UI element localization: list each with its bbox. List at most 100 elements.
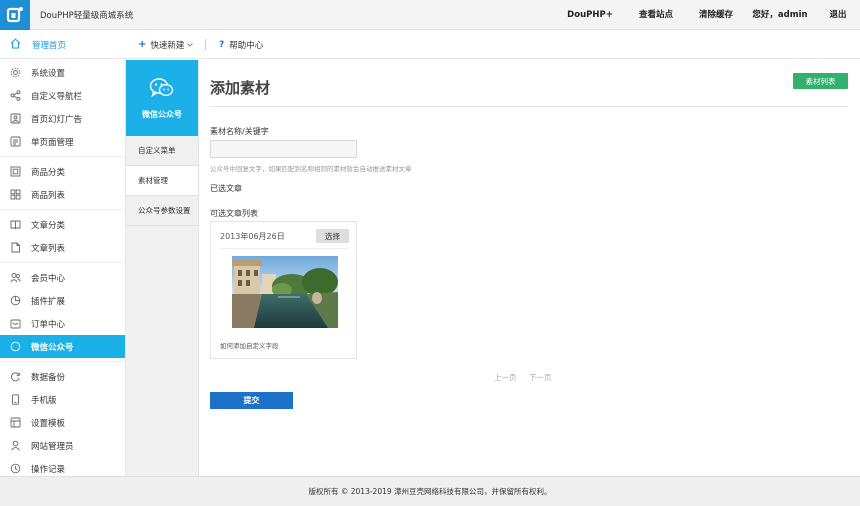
order-icon	[10, 318, 21, 329]
refresh-icon	[10, 371, 21, 382]
main-content: 添加素材 素材列表 素材名称/关键字 公众号中回复文字，如果匹配到名称相同的素材…	[199, 60, 860, 476]
topnav-view-site[interactable]: 查看站点	[624, 0, 688, 30]
image-icon	[10, 113, 21, 124]
sidebar-item-member-center[interactable]: 会员中心	[0, 266, 125, 289]
sidebar-item-label: 系统设置	[31, 68, 66, 79]
wechat-chat-icon	[149, 77, 175, 101]
name-keyword-tip: 公众号中回复文字，如果匹配到名称相同的素材就会自动推送素材文章	[210, 165, 412, 173]
selected-articles-label: 已选文章	[210, 184, 242, 193]
topnav-user-greeting[interactable]: 您好，admin	[744, 0, 816, 30]
sidebar-item-label: 网站管理员	[31, 441, 74, 452]
sub-bar: 管理首页 + 快速新建 ? 帮助中心	[0, 30, 860, 59]
name-keyword-label: 素材名称/关键字	[210, 127, 269, 136]
wechat-subnav: 微信公众号 自定义菜单 素材管理 公众号参数设置	[126, 60, 199, 476]
subnav-item-account-settings[interactable]: 公众号参数设置	[126, 196, 198, 226]
mobile-icon	[10, 394, 21, 405]
sidebar-divider	[0, 262, 125, 263]
sidebar-item-plugins[interactable]: 插件扩展	[0, 289, 125, 312]
sidebar-item-label: 会员中心	[31, 273, 66, 284]
article-thumbnail	[232, 256, 338, 328]
sidebar-item-backup[interactable]: 数据备份	[0, 365, 125, 388]
page-title: 添加素材	[210, 79, 271, 97]
sidebar-item-label: 手机版	[31, 395, 57, 406]
sidebar-item-label: 首页幻灯广告	[31, 114, 83, 125]
article-title: 如何添加自定义字段	[220, 342, 279, 350]
sidebar-divider	[0, 361, 125, 362]
top-bar: DouPHP轻量级商城系统 DouPHP+ 查看站点 清除缓存 您好，admin…	[0, 0, 860, 30]
book-icon	[10, 219, 21, 230]
sidebar-item-label: 文章列表	[31, 243, 66, 254]
material-list-button[interactable]: 素材列表	[793, 73, 848, 89]
sidebar-item-single-pages[interactable]: 单页面管理	[0, 130, 125, 153]
subnav-item-custom-menu[interactable]: 自定义菜单	[126, 136, 198, 166]
page-icon	[10, 136, 21, 147]
next-page-link[interactable]: 下一页	[529, 372, 552, 383]
sidebar-item-admins[interactable]: 网站管理员	[0, 434, 125, 457]
clock-icon	[10, 463, 21, 474]
grid-icon	[10, 189, 21, 200]
subnav-item-material-management[interactable]: 素材管理	[126, 166, 198, 196]
sidebar-item-article-list[interactable]: 文章列表	[0, 236, 125, 259]
sidebar-item-product-list[interactable]: 商品列表	[0, 183, 125, 206]
file-icon	[10, 242, 21, 253]
sidebar-item-wechat[interactable]: 微信公众号	[0, 335, 125, 358]
sidebar-item-label: 单页面管理	[31, 137, 74, 148]
sidebar-divider	[0, 209, 125, 210]
sidebar-item-system-settings[interactable]: 系统设置	[0, 61, 125, 84]
sidebar-item-home-slides[interactable]: 首页幻灯广告	[0, 107, 125, 130]
sidebar-item-label: 订单中心	[31, 319, 66, 330]
sidebar-item-label: 操作记录	[31, 464, 66, 475]
share-icon	[10, 90, 21, 101]
card-divider	[220, 248, 348, 249]
sidebar-item-product-categories[interactable]: 商品分类	[0, 160, 125, 183]
sidebar-item-label: 文章分类	[31, 220, 66, 231]
footer: 版权所有 © 2013-2019 漳州豆壳网络科技有限公司，并保留所有权利。	[0, 476, 860, 506]
puzzle-icon	[10, 295, 21, 306]
copyright-text: 版权所有 © 2013-2019 漳州豆壳网络科技有限公司，并保留所有权利。	[308, 487, 552, 496]
users-icon	[10, 272, 21, 283]
sidebar-item-custom-nav[interactable]: 自定义导航栏	[0, 84, 125, 107]
article-card: 2013年06月26日 选择 如何添加自定义字段	[210, 221, 357, 359]
topnav-logout[interactable]: 退出	[816, 0, 860, 30]
name-keyword-input[interactable]	[210, 140, 357, 158]
user-icon	[10, 440, 21, 451]
app-title: DouPHP轻量级商城系统	[40, 11, 134, 21]
sidebar-item-label: 自定义导航栏	[31, 91, 83, 102]
gear-icon	[10, 67, 21, 78]
help-center-link[interactable]: ? 帮助中心	[219, 30, 263, 59]
top-nav: DouPHP+ 查看站点 清除缓存 您好，admin 退出	[556, 0, 860, 30]
quick-new-label: 快速新建	[150, 40, 185, 51]
category-icon	[10, 166, 21, 177]
prev-page-link[interactable]: 上一页	[494, 372, 517, 383]
plus-icon: +	[138, 39, 147, 50]
sidebar-divider	[0, 156, 125, 157]
divider	[205, 39, 206, 50]
chevron-down-icon	[187, 40, 194, 50]
sidebar-item-label: 商品分类	[31, 167, 66, 178]
sidebar-item-label: 商品列表	[31, 190, 66, 201]
article-date: 2013年06月26日	[220, 232, 285, 241]
home-label: 管理首页	[32, 40, 67, 51]
template-icon	[10, 417, 21, 428]
logo-icon[interactable]	[0, 0, 30, 30]
submit-button[interactable]: 提交	[210, 392, 293, 409]
sidebar-item-label: 设置模板	[31, 418, 66, 429]
sidebar-item-article-categories[interactable]: 文章分类	[0, 213, 125, 236]
sidebar-item-orders[interactable]: 订单中心	[0, 312, 125, 335]
topnav-douphp-plus[interactable]: DouPHP+	[556, 0, 624, 30]
select-article-button[interactable]: 选择	[316, 229, 349, 243]
sidebar-item-label: 微信公众号	[31, 342, 74, 353]
sidebar-item-templates[interactable]: 设置模板	[0, 411, 125, 434]
home-link[interactable]: 管理首页	[0, 30, 126, 59]
topnav-clear-cache[interactable]: 清除缓存	[688, 0, 744, 30]
sidebar-item-label: 数据备份	[31, 372, 66, 383]
quick-new-menu[interactable]: + 快速新建	[138, 30, 194, 59]
sidebar-item-mobile[interactable]: 手机版	[0, 388, 125, 411]
sidebar-item-label: 插件扩展	[31, 296, 66, 307]
sidebar: 系统设置 自定义导航栏 首页幻灯广告 单页面管理 商品分类 商品列表 文章分类 …	[0, 60, 126, 476]
available-articles-label: 可选文章列表	[210, 209, 258, 218]
wechat-subnav-header: 微信公众号	[126, 60, 198, 136]
help-label: 帮助中心	[229, 40, 264, 51]
wechat-icon	[10, 341, 21, 352]
title-divider	[210, 106, 848, 107]
